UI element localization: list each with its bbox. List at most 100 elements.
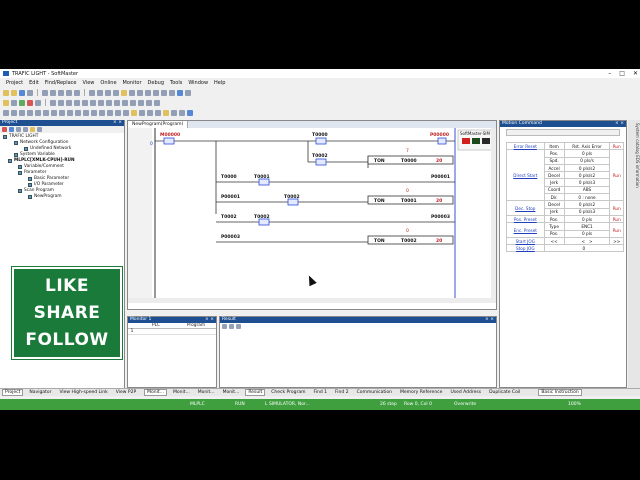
simulator-icon[interactable] (50, 99, 56, 106)
result-tool-icon[interactable] (236, 324, 241, 329)
label-icon[interactable] (115, 109, 121, 116)
pos-preset-run[interactable]: Run (609, 214, 624, 224)
motion-value[interactable]: ABS (563, 185, 611, 195)
vertical-scrollbar[interactable] (491, 128, 496, 298)
tree-node-new-program[interactable]: NewProgram (28, 194, 62, 199)
stop-icon[interactable] (27, 99, 33, 106)
variable-icon[interactable] (131, 109, 137, 116)
motion-value[interactable]: ENC1 (563, 222, 611, 231)
undo-icon[interactable] (66, 89, 72, 96)
motion-value[interactable]: 0 pls/s2 (563, 171, 611, 180)
tab-basic-instruction[interactable]: Basic Instruction (538, 389, 582, 396)
tree-node-variable-comment[interactable]: Variable/Comment (18, 164, 64, 169)
write-icon[interactable] (121, 89, 127, 96)
project-tool-icon[interactable] (30, 127, 35, 132)
rung-p00002[interactable]: T0002 T0002 P00003 (221, 214, 450, 226)
jog-fast-back-button[interactable]: << (543, 236, 565, 246)
maximize-icon[interactable]: □ (619, 70, 625, 77)
online-edit-icon[interactable] (98, 99, 104, 106)
mode-stop-icon[interactable] (153, 89, 159, 96)
tab-duplicate-coil[interactable]: Duplicate Coil (487, 390, 522, 395)
jog-back-button[interactable]: < (582, 239, 586, 244)
menu-project[interactable]: Project (6, 80, 23, 86)
tab-navigator[interactable]: Navigator (27, 390, 53, 395)
memory-icon[interactable] (155, 109, 161, 116)
error-reset-button[interactable]: Error Reset (506, 141, 545, 151)
instruction-icon[interactable] (99, 109, 105, 116)
bookmark-icon[interactable] (185, 89, 191, 96)
history-icon[interactable] (122, 99, 128, 106)
result-tool-icon[interactable] (222, 324, 227, 329)
tree-node-parameter[interactable]: Parameter (18, 170, 46, 175)
motion-value[interactable]: 0 pls/s2 (563, 163, 611, 173)
tab-monitor-1[interactable]: Monit... (144, 389, 167, 396)
disconnect-icon[interactable] (113, 89, 119, 96)
option-icon[interactable] (179, 109, 185, 116)
tab-memory-reference[interactable]: Memory Reference (398, 390, 444, 395)
menu-view[interactable]: View (83, 80, 95, 86)
output-comment-icon[interactable] (123, 109, 129, 116)
jog-fast-forward-button[interactable]: >> (609, 236, 624, 246)
stop-jog-button[interactable]: Stop JOG (506, 244, 545, 253)
tree-node-io-parameter[interactable]: I/O Parameter (28, 182, 64, 187)
tree-node-basic-parameter[interactable]: Basic Parameter (28, 176, 69, 181)
pause-icon[interactable] (35, 99, 41, 106)
menu-debug[interactable]: Debug (148, 80, 164, 86)
breakpoint-icon[interactable] (58, 99, 64, 106)
tree-node-project[interactable]: TRAFIC LIGHT (3, 134, 38, 139)
motion-value[interactable]: 0 pls (563, 214, 611, 224)
tree-node-scan-program[interactable]: Scan Program (18, 188, 54, 193)
contact-pos-icon[interactable] (27, 109, 33, 116)
monitor-icon[interactable] (177, 89, 183, 96)
print-icon[interactable] (27, 89, 33, 96)
clear-plc-icon[interactable] (130, 99, 136, 106)
rung-comment-icon[interactable] (107, 109, 113, 116)
close-icon[interactable]: × × (113, 120, 122, 126)
menu-monitor[interactable]: Monitor (123, 80, 142, 86)
new-project-icon[interactable] (3, 89, 9, 96)
jog-value[interactable]: 0 (543, 244, 625, 253)
close-icon[interactable]: × × (485, 317, 494, 323)
step-icon[interactable] (11, 99, 17, 106)
horizontal-line-icon[interactable] (43, 109, 49, 116)
read-icon[interactable] (129, 89, 135, 96)
tab-project[interactable]: Project (2, 389, 24, 396)
contact-t0000-row3[interactable]: T0000 T0001 P00001 (221, 174, 450, 186)
close-icon[interactable]: ✕ (633, 70, 638, 77)
motion-value[interactable]: 0 pls/s2 (563, 200, 611, 209)
horizontal-scrollbar[interactable] (128, 298, 496, 303)
tab-monitor-3[interactable]: Monit... (196, 390, 217, 395)
monitor-row[interactable]: 1 (128, 329, 216, 335)
tab-monitor-4[interactable]: Monit... (221, 390, 242, 395)
contact-m00000[interactable]: M00000 (156, 132, 184, 145)
enc-preset-run[interactable]: Run (609, 222, 624, 238)
tab-find-2[interactable]: Find 2 (333, 390, 351, 395)
project-tool-icon[interactable] (16, 127, 21, 132)
highlight-icon[interactable] (163, 109, 169, 116)
menu-find-replace[interactable]: Find/Replace (45, 80, 77, 86)
menu-tools[interactable]: Tools (170, 80, 182, 86)
jog-forward-button[interactable]: > (589, 239, 593, 244)
cross-reference-icon[interactable] (147, 109, 153, 116)
tab-find-1[interactable]: Find 1 (312, 390, 330, 395)
zoom-out-icon[interactable] (169, 89, 175, 96)
plc-info-icon[interactable] (114, 99, 120, 106)
motion-value[interactable]: 0 pls/s3 (563, 207, 611, 216)
tree-node-undefined-network[interactable]: Undefined Network (24, 146, 71, 151)
motion-value[interactable]: 0 : none (563, 193, 611, 202)
run-icon[interactable] (19, 99, 25, 106)
help-icon[interactable] (187, 109, 193, 116)
coil-inverted-icon[interactable] (67, 109, 73, 116)
diagnosis-icon[interactable] (106, 99, 112, 106)
motion-value[interactable]: 0 pls (563, 149, 611, 158)
tab-monitor-2[interactable]: Monit... (171, 390, 192, 395)
direct-start-run[interactable]: Run (609, 149, 624, 202)
menu-help[interactable]: Help (214, 80, 225, 86)
trace-icon[interactable] (66, 99, 72, 106)
start-jog-button[interactable]: Start JOG (506, 236, 545, 246)
menu-window[interactable]: Window (188, 80, 208, 86)
open-project-icon[interactable] (11, 89, 17, 96)
axis-select[interactable] (506, 129, 620, 136)
settings-icon[interactable] (154, 99, 160, 106)
tab-result[interactable]: Result (245, 389, 266, 396)
